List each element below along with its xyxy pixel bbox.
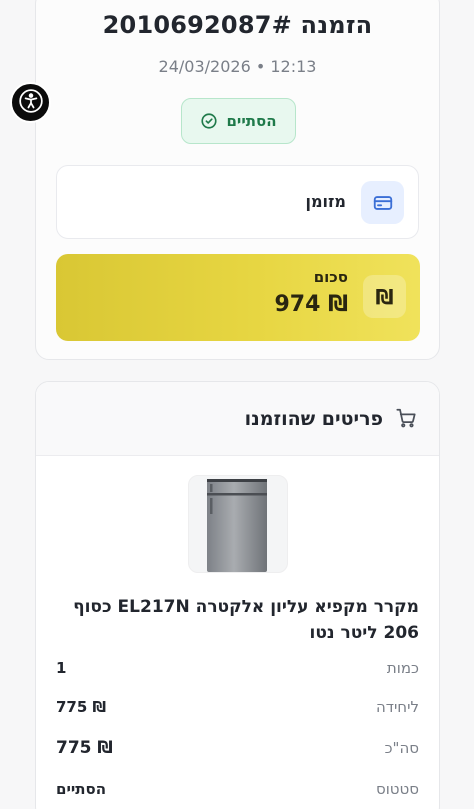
refrigerator-image xyxy=(207,479,267,572)
check-circle-icon xyxy=(200,112,218,130)
sum-label: סכום xyxy=(313,268,348,286)
detail-value: ₪ 775 xyxy=(56,698,107,716)
order-details-page: הזמנה 2010692087# 12:13 • 24/03/2026 הסת… xyxy=(0,0,474,809)
total-sum-box: ₪ סכום ₪ 974 xyxy=(56,254,420,341)
items-header: פריטים שהוזמנו xyxy=(36,382,439,456)
shekel-icon: ₪ xyxy=(363,275,406,318)
order-title: הזמנה 2010692087# xyxy=(102,11,373,39)
product-image[interactable] xyxy=(188,475,288,573)
detail-row-unit-price: ליחידה ₪ 775 xyxy=(56,695,419,719)
status-badge: הסתיים xyxy=(181,98,296,144)
accessibility-button[interactable] xyxy=(10,82,51,123)
sum-value: ₪ 974 xyxy=(274,292,349,317)
detail-label: סטטוס xyxy=(375,780,419,798)
status-label: הסתיים xyxy=(226,112,277,130)
credit-card-icon xyxy=(361,181,404,224)
detail-row-quantity: כמות 1 xyxy=(56,656,419,680)
detail-label: סה"כ xyxy=(384,739,419,757)
accessibility-icon xyxy=(18,88,44,118)
product-title[interactable]: מקרר מקפיא עליון אלקטרה EL217N כסוף 206 … xyxy=(54,594,419,646)
detail-row-total: סה"כ ₪ 775 xyxy=(56,736,419,760)
detail-value: הסתיים xyxy=(56,780,107,798)
items-header-title: פריטים שהוזמנו xyxy=(244,408,383,430)
detail-label: כמות xyxy=(386,659,419,677)
payment-method-box: מזומן xyxy=(56,165,419,239)
order-date: 12:13 • 24/03/2026 xyxy=(158,57,317,76)
detail-row-status: סטטוס הסתיים xyxy=(56,777,419,801)
order-summary-card: הזמנה 2010692087# 12:13 • 24/03/2026 הסת… xyxy=(35,0,440,360)
payment-method-label: מזומן xyxy=(305,192,346,211)
ordered-items-card: פריטים שהוזמנו מקרר מקפיא עליון אלקטרה E… xyxy=(35,381,440,809)
detail-label: ליחידה xyxy=(375,698,419,716)
detail-value: ₪ 775 xyxy=(56,738,113,758)
shopping-cart-icon xyxy=(395,407,417,433)
detail-value: 1 xyxy=(56,659,67,677)
